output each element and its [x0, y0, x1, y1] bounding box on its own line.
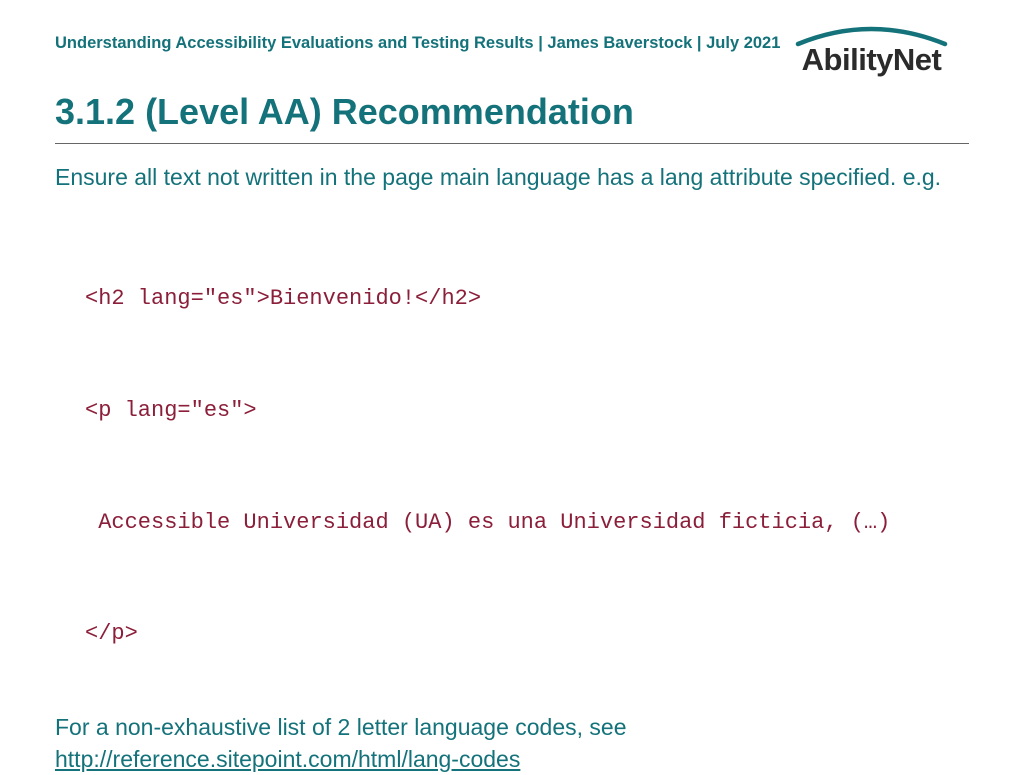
divider: [55, 143, 969, 144]
logo: AbilityNet: [774, 22, 969, 78]
code-example: <h2 lang="es">Bienvenido!</h2> <p lang="…: [85, 211, 969, 692]
lang-codes-link[interactable]: http://reference.sitepoint.com/html/lang…: [55, 746, 520, 772]
logo-text: AbilityNet: [774, 42, 969, 78]
code-line: Accessible Universidad (UA) es una Unive…: [85, 505, 969, 540]
code-line: <p lang="es">: [85, 393, 969, 428]
intro-paragraph: Ensure all text not written in the page …: [55, 162, 969, 193]
breadcrumb: Understanding Accessibility Evaluations …: [55, 34, 780, 53]
outro-text: For a non-exhaustive list of 2 letter la…: [55, 714, 627, 740]
page-title: 3.1.2 (Level AA) Recommendation: [55, 91, 969, 133]
code-line: <h2 lang="es">Bienvenido!</h2>: [85, 281, 969, 316]
code-line: </p>: [85, 616, 969, 651]
outro-paragraph: For a non-exhaustive list of 2 letter la…: [55, 712, 969, 774]
